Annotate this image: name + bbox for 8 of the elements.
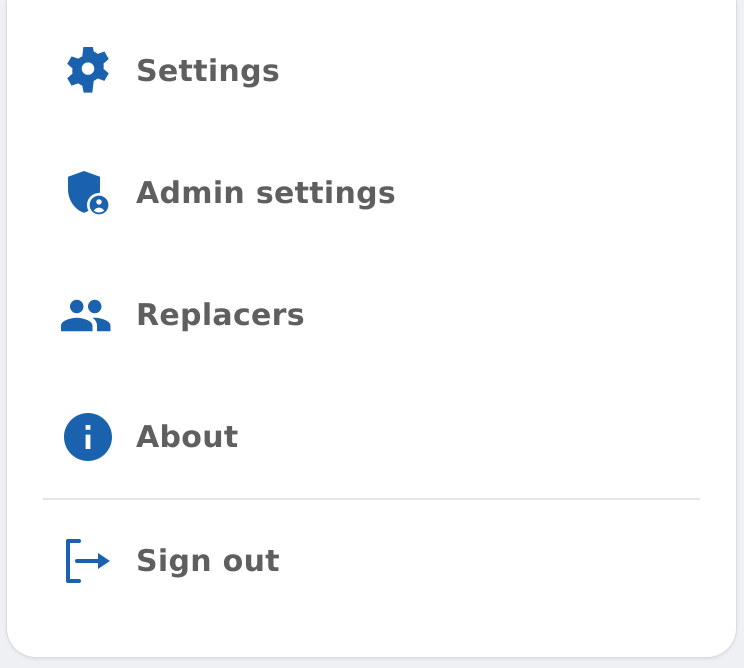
menu-item[interactable]: Admin settings <box>43 132 700 254</box>
shield-person-icon <box>66 170 110 216</box>
info-icon <box>64 413 112 461</box>
menu-item[interactable]: Settings <box>43 10 700 132</box>
menu-item[interactable]: Replacers <box>43 254 700 376</box>
menu-item[interactable]: About <box>43 376 700 498</box>
menu-item[interactable]: Sign out <box>43 500 700 622</box>
sign-out-icon <box>65 539 111 583</box>
